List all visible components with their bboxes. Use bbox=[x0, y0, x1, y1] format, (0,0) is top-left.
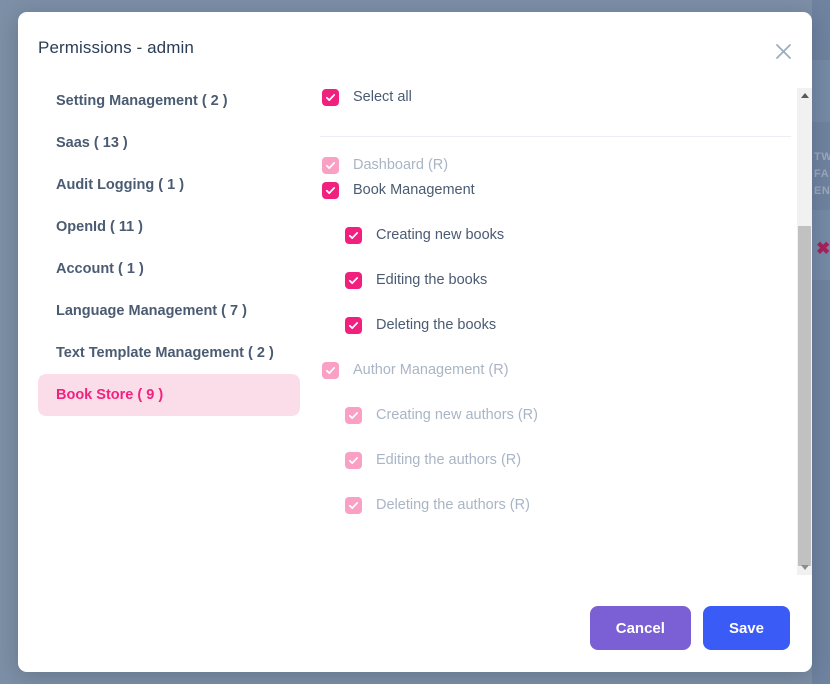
permission-row[interactable]: Deleting the books bbox=[318, 313, 793, 337]
permission-label: Deleting the authors (R) bbox=[376, 497, 530, 513]
permission-checkbox bbox=[322, 361, 339, 379]
chevron-up-icon[interactable] bbox=[797, 88, 812, 103]
permission-label: Creating new books bbox=[376, 227, 505, 243]
permission-label: Creating new authors (R) bbox=[376, 407, 538, 423]
permission-checkbox bbox=[345, 451, 362, 469]
permission-checkbox bbox=[322, 156, 339, 174]
permission-group-list: Setting Management ( 2 ) Saas ( 13 ) Audit… bbox=[38, 80, 300, 416]
permission-checkbox[interactable] bbox=[345, 271, 362, 289]
group-item[interactable]: Setting Management ( 2 ) bbox=[38, 80, 300, 122]
permission-pane: Select all Dashboard (R) Book Management C… bbox=[318, 82, 793, 574]
select-all-row[interactable]: Select all bbox=[318, 82, 793, 112]
background-text-line-1: TW bbox=[814, 151, 830, 163]
permission-label: Dashboard (R) bbox=[353, 157, 449, 173]
group-item[interactable]: Language Management ( 7 ) bbox=[38, 290, 300, 332]
scrollbar-thumb[interactable] bbox=[798, 226, 811, 566]
permission-pane-scrollbar[interactable] bbox=[797, 88, 812, 575]
permission-label: Editing the books bbox=[376, 272, 488, 288]
permission-checkbox bbox=[345, 406, 362, 424]
group-item[interactable]: Account ( 1 ) bbox=[38, 248, 300, 290]
group-item[interactable]: OpenId ( 11 ) bbox=[38, 206, 300, 248]
group-item[interactable]: Text Template Management ( 2 ) bbox=[38, 332, 300, 374]
permission-row[interactable]: Editing the books bbox=[318, 268, 793, 292]
group-item-label: OpenId ( 11 ) bbox=[56, 219, 144, 235]
permission-row: Dashboard (R) bbox=[318, 153, 793, 177]
group-item-label: Setting Management ( 2 ) bbox=[56, 93, 228, 109]
group-item-active[interactable]: Book Store ( 9 ) bbox=[38, 374, 300, 416]
permission-row[interactable]: Creating new books bbox=[318, 223, 793, 247]
background-text-line-2: FA bbox=[814, 168, 830, 180]
select-all-checkbox[interactable] bbox=[322, 88, 339, 106]
screen: TW FA EN ✖ Permissions - admin Setting M… bbox=[0, 0, 830, 684]
permission-row[interactable]: Book Management bbox=[318, 178, 793, 202]
permission-tree: Dashboard (R) Book Management Creating new… bbox=[318, 137, 793, 517]
permission-label: Deleting the books bbox=[376, 317, 497, 333]
permission-checkbox[interactable] bbox=[322, 181, 339, 199]
modal-footer: Cancel Save bbox=[589, 606, 790, 650]
group-item-label: Language Management ( 7 ) bbox=[56, 303, 247, 319]
group-item[interactable]: Saas ( 13 ) bbox=[38, 122, 300, 164]
background-text-line-3: EN bbox=[814, 185, 830, 197]
permission-checkbox[interactable] bbox=[345, 316, 362, 334]
permission-label: Book Management bbox=[353, 182, 475, 198]
permission-row: Creating new authors (R) bbox=[318, 403, 793, 427]
select-all-label: Select all bbox=[353, 89, 412, 105]
group-item-label: Account ( 1 ) bbox=[56, 261, 144, 277]
save-button[interactable]: Save bbox=[702, 606, 790, 650]
permission-row: Author Management (R) bbox=[318, 358, 793, 382]
permissions-modal: Permissions - admin Setting Management (… bbox=[18, 12, 812, 672]
group-item-label: Saas ( 13 ) bbox=[56, 135, 128, 151]
group-item-label: Text Template Management ( 2 ) bbox=[56, 345, 274, 361]
permission-checkbox[interactable] bbox=[345, 226, 362, 244]
permission-checkbox bbox=[345, 496, 362, 514]
close-icon[interactable] bbox=[766, 34, 800, 68]
cancel-button[interactable]: Cancel bbox=[589, 606, 691, 650]
chevron-down-icon[interactable] bbox=[797, 560, 812, 575]
background-band-top bbox=[812, 60, 830, 122]
group-item-label: Audit Logging ( 1 ) bbox=[56, 177, 185, 193]
group-item[interactable]: Audit Logging ( 1 ) bbox=[38, 164, 300, 206]
permission-row: Deleting the authors (R) bbox=[318, 493, 793, 517]
background-remove-icon[interactable]: ✖ bbox=[816, 240, 830, 257]
page-title: Permissions - admin bbox=[38, 38, 194, 57]
permission-label: Author Management (R) bbox=[353, 362, 509, 378]
group-item-label: Book Store ( 9 ) bbox=[56, 387, 164, 403]
permission-label: Editing the authors (R) bbox=[376, 452, 522, 468]
permission-row: Editing the authors (R) bbox=[318, 448, 793, 472]
